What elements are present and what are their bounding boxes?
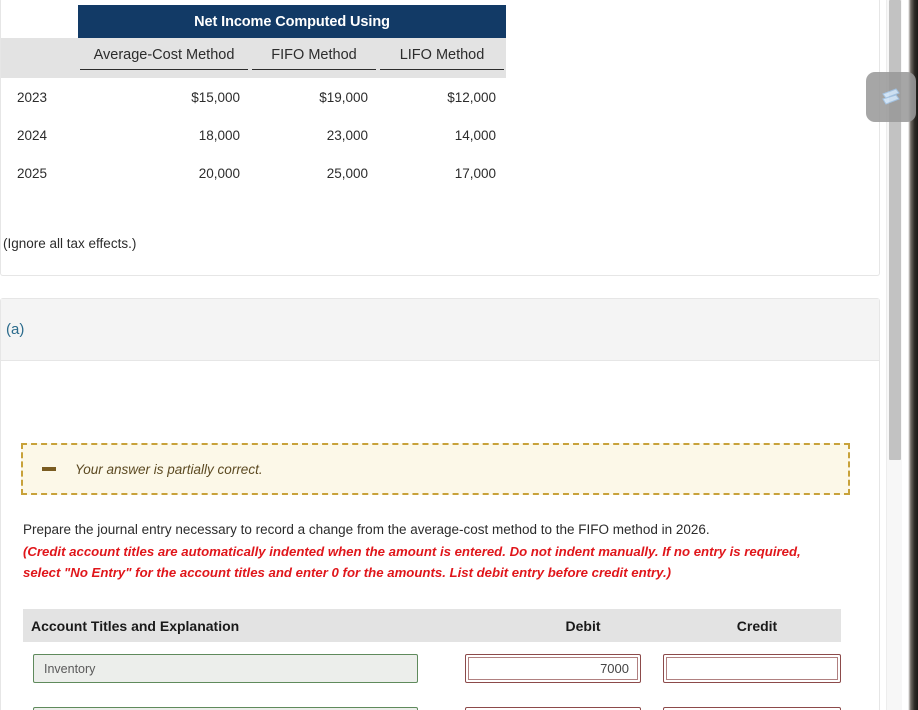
journal-header-debit: Debit (565, 617, 601, 634)
table-row: 2025 20,000 25,000 17,000 (1, 154, 506, 192)
debit-input-1[interactable]: 7000 (465, 654, 641, 683)
feedback-text: Your answer is partially correct. (75, 461, 263, 477)
table-spanning-header-row: Net Income Computed Using (1, 5, 507, 38)
row-fifo: $19,000 (319, 89, 368, 105)
assistant-icon (882, 88, 900, 105)
row-year: 2024 (17, 127, 48, 143)
instructions: Prepare the journal entry necessary to r… (23, 519, 843, 582)
row-average-cost: 18,000 (198, 127, 240, 143)
feedback-banner: Your answer is partially correct. (21, 443, 850, 495)
credit-cell (641, 654, 841, 683)
column-header-average-cost: Average-Cost Method (78, 38, 250, 78)
credit-value-1 (666, 657, 838, 680)
spanning-header-spacer (1, 5, 78, 38)
instruction-note-line1: (Credit account titles are automatically… (23, 544, 801, 559)
account-cell: Inventory (23, 654, 441, 683)
debit-value-1: 7000 (468, 657, 638, 680)
row-year: 2023 (17, 89, 48, 105)
table-row: 2023 $15,000 $19,000 $12,000 (1, 78, 506, 116)
account-title-select-1[interactable]: Inventory (33, 654, 418, 683)
journal-entry-row: Retained Earnings 5000 (23, 695, 841, 710)
scrollbar-thumb[interactable] (889, 0, 901, 460)
row-fifo: 25,000 (326, 165, 368, 181)
net-income-table: Net Income Computed Using Average-Cost M… (1, 5, 507, 192)
row-average-cost: $15,000 (191, 89, 240, 105)
assistant-button[interactable] (866, 72, 916, 122)
column-header-lifo: LIFO Method (378, 38, 507, 78)
row-year: 2025 (17, 165, 48, 181)
part-a-header-band: (a) (1, 299, 879, 361)
table-column-header-row: Average-Cost Method FIFO Method LIFO Met… (1, 38, 507, 78)
row-lifo: 14,000 (454, 127, 497, 143)
scroll-viewport: Net Income Computed Using Average-Cost M… (0, 0, 886, 710)
journal-entry-table: Account Titles and Explanation Debit Cre… (23, 609, 841, 710)
tax-effects-note: (Ignore all tax effects.) (3, 236, 137, 251)
page-root: Net Income Computed Using Average-Cost M… (0, 0, 918, 710)
journal-header-row: Account Titles and Explanation Debit Cre… (23, 609, 841, 642)
spanning-header-label: Net Income Computed Using (78, 5, 507, 38)
part-a-label: (a) (6, 321, 25, 338)
table-row: 2024 18,000 23,000 14,000 (1, 116, 506, 154)
instruction-note-line2: select "No Entry" for the account titles… (23, 565, 672, 580)
journal-header-account: Account Titles and Explanation (31, 617, 240, 634)
column-header-fifo: FIFO Method (250, 38, 378, 78)
row-lifo: $12,000 (447, 89, 497, 105)
instruction-main: Prepare the journal entry necessary to r… (23, 522, 710, 537)
row-fifo: 23,000 (326, 127, 368, 143)
column-header-blank (1, 38, 78, 78)
row-average-cost: 20,000 (198, 165, 240, 181)
journal-header-credit: Credit (736, 617, 778, 634)
part-a-card: (a) Your answer is partially correct. Pr… (0, 298, 880, 710)
net-income-card: Net Income Computed Using Average-Cost M… (0, 0, 880, 276)
row-lifo: 17,000 (454, 165, 497, 181)
minus-icon (42, 467, 56, 471)
journal-entry-row: Inventory 7000 (23, 642, 841, 695)
debit-cell: 7000 (441, 654, 641, 683)
credit-input-1[interactable] (663, 654, 841, 683)
